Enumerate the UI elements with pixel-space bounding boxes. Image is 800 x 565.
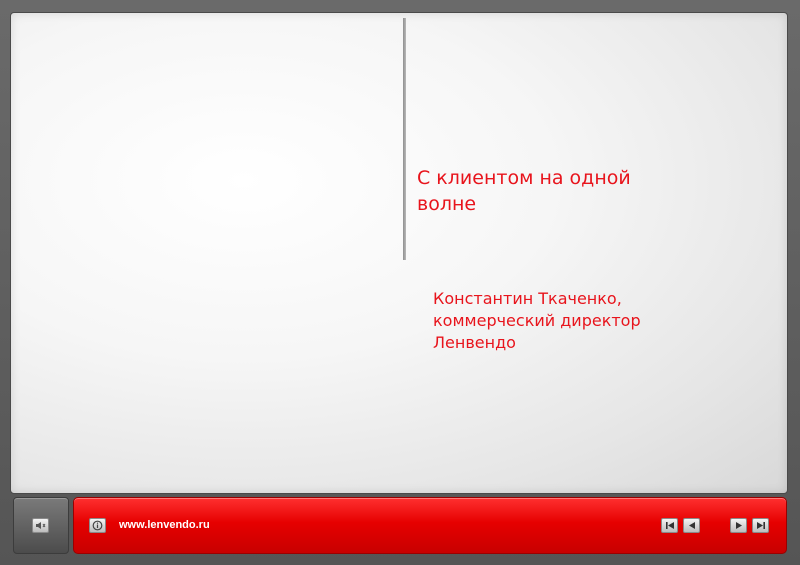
presentation-player: С клиентом на одной волне Константин Тка… — [0, 0, 800, 565]
sound-control-panel — [13, 497, 69, 554]
next-slide-icon — [734, 521, 744, 530]
next-slide-button[interactable] — [730, 518, 747, 533]
website-link[interactable]: www.lenvendo.ru — [119, 519, 210, 531]
last-slide-icon — [756, 521, 766, 530]
info-button[interactable] — [89, 518, 106, 533]
presenter-role: коммерческий директор — [433, 311, 641, 330]
last-slide-button[interactable] — [752, 518, 769, 533]
previous-slide-button[interactable] — [683, 518, 700, 533]
presenter-name: Константин Ткаченко, — [433, 289, 622, 308]
first-slide-button[interactable] — [661, 518, 678, 533]
info-icon — [92, 520, 103, 531]
slide-title: С клиентом на одной волне — [417, 167, 631, 215]
sound-toggle-button[interactable] — [32, 518, 49, 533]
previous-slide-icon — [687, 521, 697, 530]
slide-canvas: С клиентом на одной волне Константин Тка… — [10, 12, 788, 494]
speaker-icon — [35, 521, 46, 530]
first-slide-icon — [665, 521, 675, 530]
vertical-divider — [403, 18, 406, 260]
slide-subtitle: Константин Ткаченко, коммерческий директ… — [433, 288, 733, 354]
presenter-company: Ленвендо — [433, 333, 516, 352]
navigation-bar: www.lenvendo.ru — [73, 497, 787, 554]
